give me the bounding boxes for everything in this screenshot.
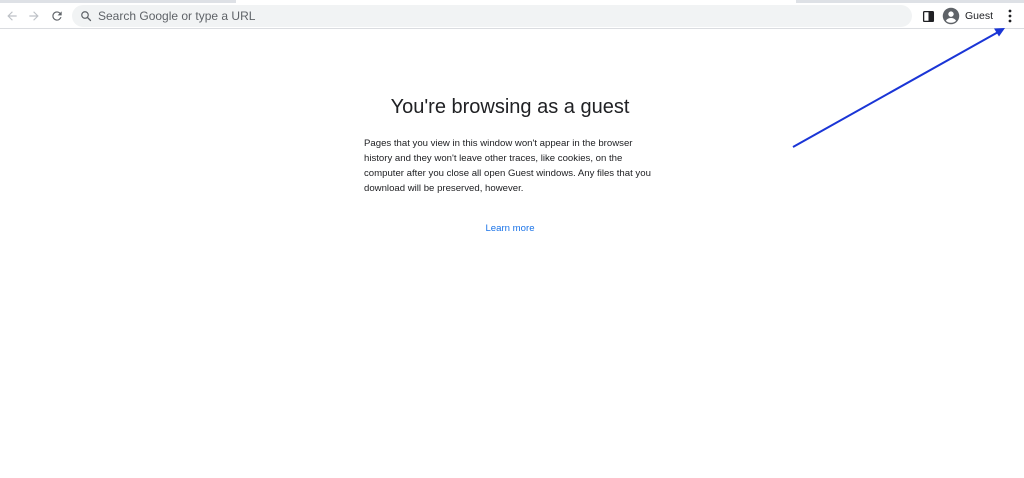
address-bar[interactable] — [72, 5, 912, 27]
reload-icon — [52, 11, 62, 21]
side-panel-icon — [922, 10, 934, 22]
guest-description: Pages that you view in this window won't… — [364, 138, 651, 194]
back-button[interactable] — [1, 5, 23, 27]
reload-button[interactable] — [46, 5, 68, 27]
profile-label: Guest — [965, 10, 994, 22]
page-title: You're browsing as a guest — [390, 96, 630, 118]
profile-button[interactable]: Guest — [940, 5, 998, 27]
account-circle-icon — [942, 7, 960, 25]
side-panel-button[interactable] — [917, 5, 939, 27]
search-input[interactable] — [97, 6, 912, 26]
guest-page: You're browsing as a guest Pages that yo… — [0, 30, 1024, 478]
menu-button[interactable] — [1000, 5, 1020, 27]
browser-toolbar: Guest — [0, 3, 1024, 29]
search-icon — [75, 5, 97, 27]
learn-more-link[interactable]: Learn more — [0, 223, 1020, 234]
three-dots-vertical-icon — [1008, 9, 1012, 23]
arrow-right-icon — [29, 11, 39, 21]
forward-button[interactable] — [23, 5, 45, 27]
arrow-left-icon — [7, 11, 17, 21]
